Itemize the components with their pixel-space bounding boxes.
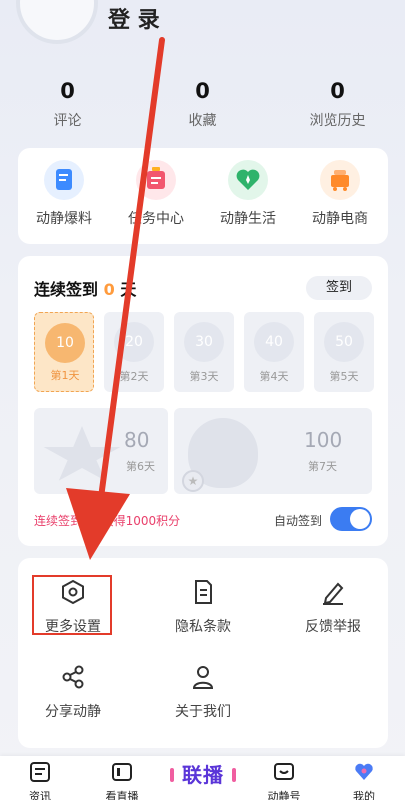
signin-reward-note: 连续签到7天获得1000积分 [34,514,181,528]
tab-live[interactable]: 看直播 [92,762,152,800]
shop-cart-icon [320,160,360,200]
signin-days: 10 第1天 20 第2天 30 第3天 40 第4天 50 第5天 [34,312,374,392]
stat-favorites[interactable]: 0 收藏 [135,78,270,130]
profile-icon [353,762,375,782]
tab-profile[interactable]: 我的 [334,762,394,800]
signin-day-6: 80 第6天 [34,408,168,494]
day-coins: 30 [184,322,224,362]
star-decoration-icon [43,426,121,481]
day-label: 第7天 [308,460,337,473]
stat-value: 0 [60,79,75,103]
document-icon [189,578,217,606]
signin-day-3: 30 第3天 [174,312,234,392]
signin-day-1: 10 第1天 [34,312,94,392]
menu-label: 反馈举报 [305,619,361,635]
signin-title: 连续签到 0 天 [34,276,136,300]
stat-label: 评论 [53,113,82,129]
day-label: 第3天 [189,370,219,383]
task-center-icon [136,160,176,200]
stat-value: 0 [195,79,210,103]
day-coins: 10 [45,323,85,363]
quick-link-label: 动静爆料 [36,211,92,227]
auto-signin-toggle[interactable] [330,507,372,531]
life-heart-icon [228,160,268,200]
login-link[interactable]: 登 录 [108,2,160,34]
menu-label: 关于我们 [175,704,231,720]
signin-title-prefix: 连续签到 [34,280,99,299]
annotation-highlight-box [32,575,112,635]
signin-day-4: 40 第4天 [244,312,304,392]
day-coins: 20 [114,322,154,362]
day-label: 第2天 [119,370,149,383]
quick-link-label: 任务中心 [128,211,184,227]
signin-day-2: 20 第2天 [104,312,164,392]
quick-links-card: 动静爆料 任务中心 动静生活 动静电商 [18,148,388,244]
day-coins: 100 [304,428,343,452]
quick-link-label: 动静生活 [220,211,276,227]
day-label: 第5天 [329,370,359,383]
signin-day-5: 50 第5天 [314,312,374,392]
tab-label: 看直播 [105,790,139,800]
quick-link-shop[interactable]: 动静电商 [294,160,386,244]
quick-link-task-center[interactable]: 任务中心 [110,160,202,244]
toggle-knob [350,509,370,529]
account-tv-icon [273,762,295,782]
tab-label: 动静号 [267,790,301,800]
tab-account[interactable]: 动静号 [254,762,314,800]
profile-header: 登 录 0 评论 0 收藏 0 浏览历史 [0,0,405,140]
stat-label: 浏览历史 [309,113,366,129]
tab-label: 资讯 [29,790,51,800]
day-coins: 40 [254,322,294,362]
menu-label: 隐私条款 [175,619,231,635]
bottom-tab-bar: 资讯 看直播 联播 动静号 我的 [0,756,405,800]
share-icon [59,663,87,691]
stats-row: 0 评论 0 收藏 0 浏览历史 [0,78,405,130]
news-icon [29,762,51,782]
menu-privacy[interactable]: 隐私条款 [148,578,258,648]
stat-comments[interactable]: 0 评论 [0,78,135,130]
signin-day-7: ★ 100 第7天 [174,408,372,494]
menu-label: 分享动静 [45,704,101,720]
stat-history[interactable]: 0 浏览历史 [270,78,405,130]
menu-feedback[interactable]: 反馈举报 [278,578,388,648]
auto-signin-label: 自动签到 [273,514,322,528]
quick-link-life[interactable]: 动静生活 [202,160,294,244]
avatar[interactable] [16,0,98,44]
tab-center-label: 联播 [182,763,224,787]
day-coins: 80 [124,428,150,452]
star-coin-icon: ★ [182,470,204,492]
pen-edit-icon [319,578,347,606]
day-label: 第1天 [50,369,80,382]
day-coins: 50 [324,322,364,362]
user-icon [189,663,217,691]
tab-lianbo[interactable]: 联播 [168,760,238,790]
signin-card: 连续签到 0 天 签到 10 第1天 20 第2天 30 第3天 40 第4天 … [18,256,388,546]
day-label: 第6天 [126,460,155,473]
signin-button[interactable]: 签到 [306,276,372,300]
stat-value: 0 [330,79,345,103]
day-label: 第4天 [259,370,289,383]
quick-link-label: 动静电商 [312,211,368,227]
news-report-icon [44,160,84,200]
tab-news[interactable]: 资讯 [10,762,70,800]
stat-label: 收藏 [188,113,217,129]
signin-count: 0 [103,280,115,299]
menu-share[interactable]: 分享动静 [18,663,128,733]
live-tv-icon [111,762,133,782]
tab-label: 我的 [353,790,375,800]
signin-title-suffix: 天 [120,280,137,299]
menu-about[interactable]: 关于我们 [148,663,258,733]
quick-link-news-report[interactable]: 动静爆料 [18,160,110,244]
